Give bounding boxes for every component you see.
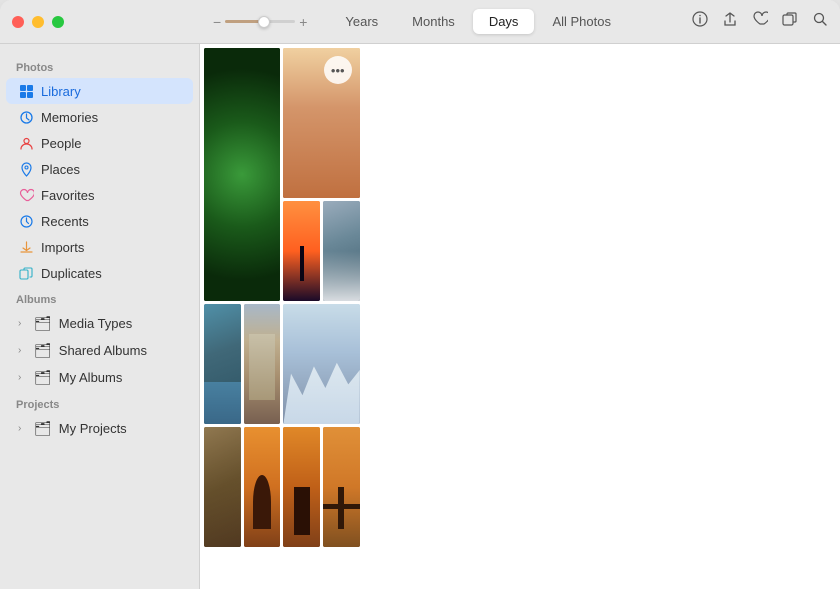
share-icon[interactable] [722,11,738,32]
my-projects-label: My Projects [59,421,127,436]
photo-land[interactable] [204,304,241,424]
chevron-right-icon: › [18,372,30,383]
memories-label: Memories [41,110,98,125]
sidebar-item-library[interactable]: Library [6,78,193,104]
shared-albums-label: Shared Albums [59,343,147,358]
sidebar-item-people[interactable]: People [6,130,193,156]
tab-years[interactable]: Years [329,9,394,34]
main-layout: Photos Library Memories [0,44,840,589]
photos-section-label: Photos [0,54,199,78]
imports-icon [18,239,34,255]
photo-forest[interactable] [204,48,280,301]
favorites-icon [18,187,34,203]
zoom-plus-button[interactable]: + [299,14,307,30]
imports-label: Imports [41,240,84,255]
titlebar: − + Years Months Days All Photos [0,0,840,44]
maximize-button[interactable] [52,16,64,28]
photo-snow[interactable] [283,304,359,424]
more-options-button[interactable]: ••• [324,56,352,84]
library-label: Library [41,84,81,99]
photo-spread[interactable] [323,427,360,547]
tab-allphotos[interactable]: All Photos [536,9,627,34]
chevron-right-icon: › [18,423,30,434]
duplicate-icon[interactable] [782,11,798,32]
my-albums-folder-icon: 🗂 [34,369,52,386]
zoom-slider[interactable] [225,20,295,23]
tab-days[interactable]: Days [473,9,535,34]
photo-mountain[interactable] [323,201,360,301]
places-label: Places [41,162,80,177]
titlebar-actions [692,11,828,32]
recents-label: Recents [41,214,89,229]
photo-road[interactable] [204,427,241,547]
zoom-control: − + [213,14,307,30]
minimize-button[interactable] [32,16,44,28]
sidebar-group-media-types[interactable]: › 🗂 Media Types [6,310,193,337]
tab-months[interactable]: Months [396,9,471,34]
photo-castle[interactable] [244,304,281,424]
sidebar-item-imports[interactable]: Imports [6,234,193,260]
shared-folder-icon: 🗂 [34,342,52,359]
projects-folder-icon: 🗂 [34,420,52,437]
photo-girl[interactable]: ••• [283,48,359,198]
sidebar-item-recents[interactable]: Recents [6,208,193,234]
photo-grid: ••• [204,48,360,547]
photo-person1[interactable] [244,427,281,547]
people-icon [18,135,34,151]
traffic-lights [12,16,64,28]
photo-sunset[interactable] [283,201,320,301]
places-icon [18,161,34,177]
media-types-label: Media Types [59,316,132,331]
duplicates-icon [18,265,34,281]
search-icon[interactable] [812,11,828,32]
info-icon[interactable] [692,11,708,32]
chevron-right-icon: › [18,345,30,356]
recents-icon [18,213,34,229]
projects-section-label: Projects [0,391,199,415]
sidebar-item-favorites[interactable]: Favorites [6,182,193,208]
memories-icon [18,109,34,125]
folder-icon: 🗂 [34,315,52,332]
chevron-right-icon: › [18,318,30,329]
sidebar-group-my-albums[interactable]: › 🗂 My Albums [6,364,193,391]
my-albums-label: My Albums [59,370,123,385]
nav-tabs: Years Months Days All Photos [329,9,627,34]
library-icon [18,83,34,99]
sidebar-item-duplicates[interactable]: Duplicates [6,260,193,286]
sidebar-group-shared-albums[interactable]: › 🗂 Shared Albums [6,337,193,364]
sidebar-item-memories[interactable]: Memories [6,104,193,130]
close-button[interactable] [12,16,24,28]
favorite-icon[interactable] [752,11,768,32]
sidebar-item-places[interactable]: Places [6,156,193,182]
sidebar: Photos Library Memories [0,44,200,589]
duplicates-label: Duplicates [41,266,102,281]
people-label: People [41,136,81,151]
favorites-label: Favorites [41,188,94,203]
photo-content-area: ••• [200,44,840,589]
photo-person2[interactable] [283,427,320,547]
zoom-minus-button[interactable]: − [213,14,221,30]
sidebar-group-my-projects[interactable]: › 🗂 My Projects [6,415,193,442]
zoom-thumb[interactable] [258,16,270,28]
albums-section-label: Albums [0,286,199,310]
